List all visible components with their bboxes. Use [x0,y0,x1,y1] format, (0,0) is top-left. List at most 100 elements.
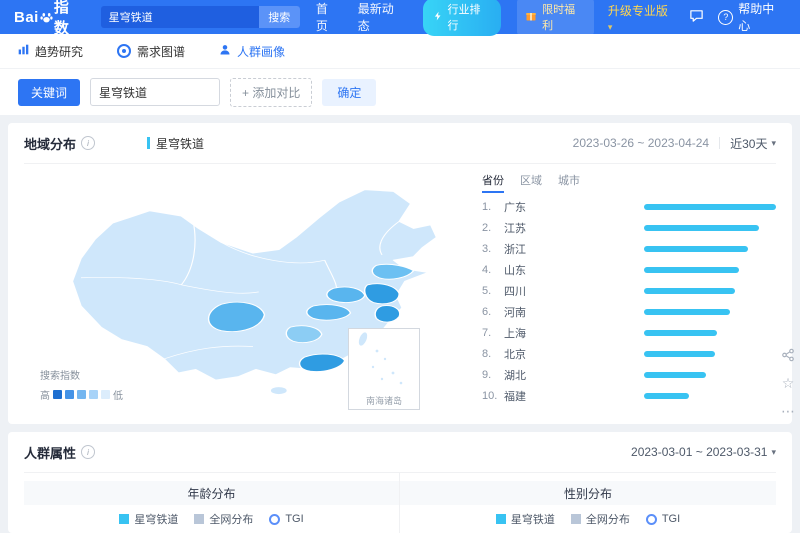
region-rank-row[interactable]: 10. 福建 [482,385,776,406]
info-icon[interactable]: i [81,445,96,459]
header-search-input[interactable] [100,6,259,28]
legend-low-label: 低 [113,391,123,402]
region-rank-row[interactable]: 6. 河南 [482,301,776,322]
region-panel-controls: 2023-03-26 ~ 2023-04-24 近30天 ▾ [573,135,776,152]
rank-number: 5. [482,284,492,297]
region-rank-row[interactable]: 5. 四川 [482,280,776,301]
region-rank-row[interactable]: 2. 江苏 [482,217,776,238]
region-panel-body: 搜索指数 高 低 南海诸岛 省份 区域 城市 1. 广东 2. 江苏 3. 浙江… [24,164,776,424]
help-icon: ? [718,9,734,25]
region-rank-row[interactable]: 8. 北京 [482,343,776,364]
share-icon[interactable] [779,346,797,364]
rank-name: 江苏 [504,222,526,235]
header-search-button[interactable]: 搜索 [258,6,300,28]
china-map[interactable]: 搜索指数 高 低 南海诸岛 [24,170,476,416]
region-rank-row[interactable]: 3. 浙江 [482,238,776,259]
rank-number: 6. [482,305,492,318]
overall-swatch [194,514,205,524]
rank-number: 2. [482,221,492,234]
legend-label: TGI [661,513,681,525]
nav-home[interactable]: 首页 [316,0,340,34]
rank-name: 福建 [504,390,526,403]
baidu-index-logo[interactable]: Bai 指数 [14,0,85,38]
legend-swatch [53,390,62,399]
upgrade-pro-button[interactable]: 升级专业版 ▾ [608,2,676,33]
rank-bar [644,371,707,378]
keyword-query-bar: 关键词 + 添加对比 确定 [0,69,800,115]
legend-label: 星穹铁道 [510,514,555,526]
rank-name: 浙江 [504,243,526,256]
region-panel-title: 地域分布 [24,136,77,152]
tgi-ring-icon [269,513,281,525]
legend-series[interactable]: 星穹铁道 [495,511,555,527]
confirm-button[interactable]: 确定 [322,78,377,106]
rank-number: 10. [482,389,498,402]
series-color-swatch [147,137,151,149]
legend-overall[interactable]: 全网分布 [194,511,253,527]
keyword-input[interactable] [90,78,221,106]
keyword-button[interactable]: 关键词 [18,78,81,106]
rank-name: 河南 [504,306,526,319]
age-chart-legend: 星穹铁道 全网分布 TGI [24,505,399,533]
star-icon[interactable]: ☆ [779,374,797,392]
tab-audience-profile[interactable]: 人群画像 [219,43,285,60]
audience-panel-title: 人群属性 [24,445,77,461]
tab-demand-graph[interactable]: 需求图谱 [117,43,185,60]
rank-bar [644,245,749,252]
rank-bar-track [644,392,776,399]
inset-islands [358,332,403,385]
more-icon[interactable]: ⋯ [779,402,797,420]
info-icon[interactable]: i [81,136,96,150]
baidu-index-page: Bai 指数 搜索 首页 最新动态 行业排行 [0,0,800,533]
add-compare-button[interactable]: + 添加对比 [230,77,313,107]
nav-latest-news[interactable]: 最新动态 [358,0,406,34]
series-swatch [495,514,506,524]
overall-swatch [570,514,581,524]
legend-tgi[interactable]: TGI [269,513,304,525]
rank-bar [644,203,776,210]
geo-tab-province[interactable]: 省份 [482,172,504,193]
legend-label: 全网分布 [585,514,630,526]
series-legend: 星穹铁道 [147,135,204,152]
geo-tab-city[interactable]: 城市 [558,172,580,191]
help-center[interactable]: ? 帮助中心 [718,0,786,34]
nav-industry-ranking-label: 行业排行 [447,4,481,32]
rank-bar-track [644,224,776,231]
top-bar: Bai 指数 搜索 首页 最新动态 行业排行 [0,0,800,37]
region-rank-row[interactable]: 9. 湖北 [482,364,776,385]
gender-distribution-title: 性别分布 [400,481,776,505]
region-rank-row[interactable]: 4. 山东 [482,259,776,280]
range-select-dropdown[interactable]: 近30天 ▾ [730,135,776,152]
region-date-range: 2023-03-26 ~ 2023-04-24 [572,136,710,150]
rank-bar [644,308,730,315]
south-china-sea-inset: 南海诸岛 [348,328,420,410]
limited-time-benefits[interactable]: 限时福利 [517,0,594,35]
radio-selected-icon [117,44,132,58]
legend-series[interactable]: 星穹铁道 [119,511,178,527]
legend-swatches [53,390,110,399]
region-panel-header: 地域分布 i 星穹铁道 2023-03-26 ~ 2023-04-24 近30天… [24,123,776,164]
rank-bar-track [644,266,776,273]
geo-tab-region[interactable]: 区域 [520,172,542,191]
rank-bar-track [644,287,776,294]
rank-bar [644,329,717,336]
rank-bar [644,287,736,294]
message-icon[interactable] [689,8,704,26]
region-ranking-list: 1. 广东 2. 江苏 3. 浙江 4. 山东 5. 四川 6. 河南 7. 上… [482,196,776,406]
legend-tgi[interactable]: TGI [645,513,681,525]
audience-panel-header: 人群属性 i 2023-03-01 ~ 2023-03-31 ▾ [24,432,776,473]
legend-overall[interactable]: 全网分布 [570,511,630,527]
region-rank-row[interactable]: 7. 上海 [482,322,776,343]
audience-date-dropdown[interactable]: 2023-03-01 ~ 2023-03-31 ▾ [631,445,776,459]
legend-swatch [89,390,98,399]
rank-name: 山东 [504,264,526,277]
region-rank-row[interactable]: 1. 广东 [482,196,776,217]
region-distribution-panel: 地域分布 i 星穹铁道 2023-03-26 ~ 2023-04-24 近30天… [8,123,792,424]
legend-label: 星穹铁道 [134,514,179,526]
map-legend: 搜索指数 高 低 [40,367,123,402]
nav-industry-ranking[interactable]: 行业排行 [423,0,502,36]
tab-trend-research[interactable]: 趋势研究 [18,43,83,60]
tab-trend-research-label: 趋势研究 [35,44,84,59]
audience-panel-controls: 2023-03-01 ~ 2023-03-31 ▾ [631,445,776,459]
chevron-down-icon: ▾ [771,446,776,457]
